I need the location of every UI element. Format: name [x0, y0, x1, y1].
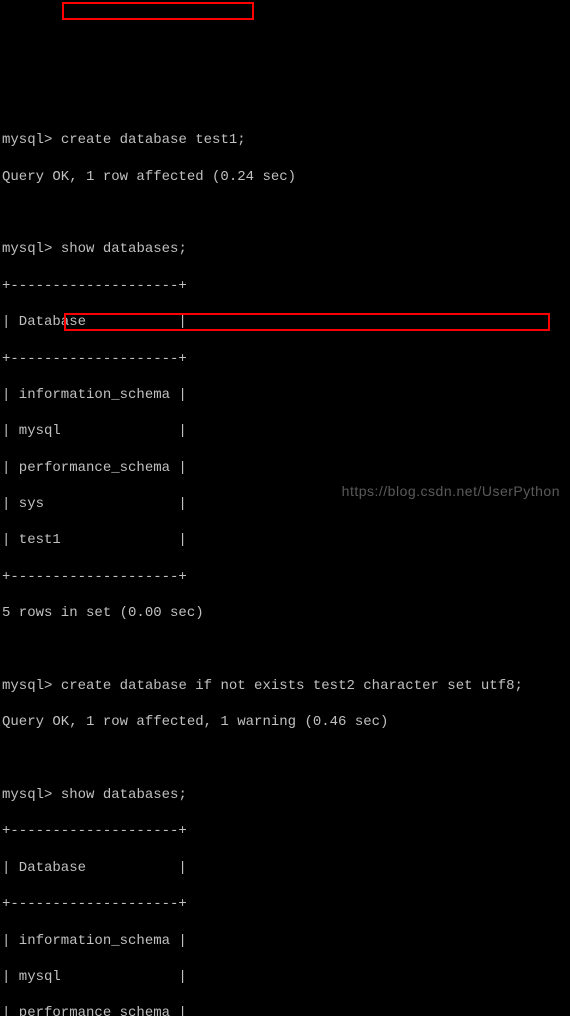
table-header: | Database | — [2, 313, 568, 331]
table-border: +--------------------+ — [2, 895, 568, 913]
table-row: | mysql | — [2, 422, 568, 440]
table-border: +--------------------+ — [2, 568, 568, 586]
table-row: | test1 | — [2, 531, 568, 549]
table-row: | information_schema | — [2, 386, 568, 404]
table-border: +--------------------+ — [2, 350, 568, 368]
table-border: +--------------------+ — [2, 822, 568, 840]
blank — [2, 204, 568, 222]
response-1: Query OK, 1 row affected (0.24 sec) — [2, 168, 568, 186]
highlight-box-1 — [62, 2, 254, 20]
blank — [2, 641, 568, 659]
watermark-text: https://blog.csdn.net/UserPython — [342, 482, 560, 500]
table-border: +--------------------+ — [2, 277, 568, 295]
result-a: 5 rows in set (0.00 sec) — [2, 604, 568, 622]
table-row: | performance_schema | — [2, 1004, 568, 1016]
table-row: | performance_schema | — [2, 459, 568, 477]
table-row: | mysql | — [2, 968, 568, 986]
response-3: Query OK, 1 row affected, 1 warning (0.4… — [2, 713, 568, 731]
cmd-line-4: mysql> show databases; — [2, 786, 568, 804]
table-row: | information_schema | — [2, 932, 568, 950]
cmd-line-2: mysql> show databases; — [2, 240, 568, 258]
table-header: | Database | — [2, 859, 568, 877]
cmd-line-3: mysql> create database if not exists tes… — [2, 677, 568, 695]
cmd-line-1: mysql> create database test1; — [2, 131, 568, 149]
blank — [2, 750, 568, 768]
